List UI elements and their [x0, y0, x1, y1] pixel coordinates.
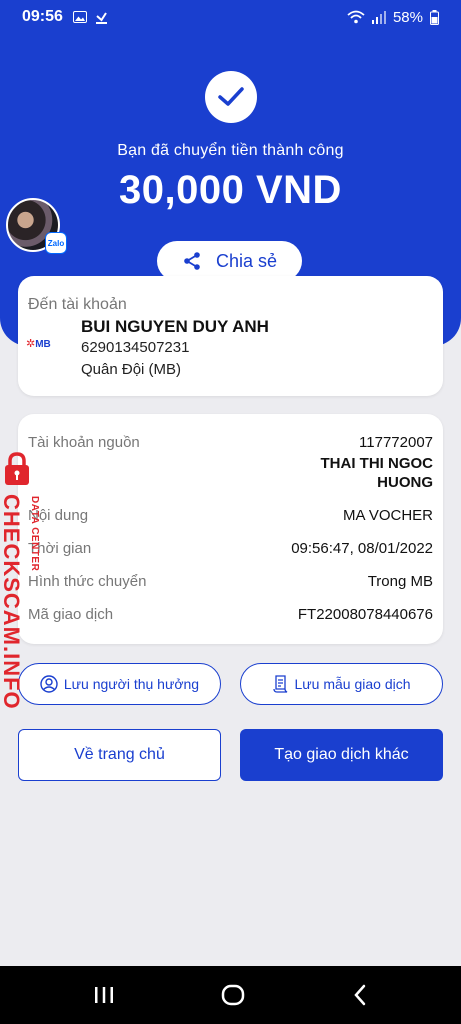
- system-nav-bar: [0, 966, 461, 1024]
- check-icon: [218, 87, 244, 106]
- content-value: MA VOCHER: [342, 507, 433, 524]
- time-label: Thời gian: [28, 540, 92, 557]
- image-icon: [72, 11, 87, 23]
- save-template-label: Lưu mẫu giao dịch: [294, 676, 411, 692]
- back-icon[interactable]: [352, 984, 368, 1006]
- transfer-amount: 30,000 VND: [119, 168, 342, 212]
- mb-bank-logo: ✲MB: [26, 338, 51, 350]
- destination-card: Đến tài khoản ✲MB BUI NGUYEN DUY ANH 629…: [18, 276, 443, 396]
- share-label: Chia sẻ: [215, 250, 278, 271]
- share-button[interactable]: Chia sẻ: [157, 241, 302, 281]
- signal-icon: [371, 11, 386, 24]
- transaction-id-label: Mã giao dịch: [28, 606, 114, 623]
- save-beneficiary-button[interactable]: Lưu người thụ hưởng: [18, 663, 221, 705]
- user-circle-icon: [40, 675, 58, 693]
- status-bar: 09:56 58%: [0, 0, 461, 34]
- download-icon: [95, 11, 107, 24]
- zalo-badge: Zalo: [45, 232, 67, 254]
- battery-percent: 58%: [392, 8, 423, 26]
- success-message: Bạn đã chuyển tiền thành công: [117, 142, 344, 159]
- source-account-number: 117772007: [359, 434, 433, 451]
- home-icon[interactable]: [221, 983, 245, 1007]
- method-label: Hình thức chuyển: [28, 573, 147, 590]
- content-label: Nội dung: [28, 507, 89, 524]
- save-template-button[interactable]: Lưu mẫu giao dịch: [240, 663, 443, 705]
- recents-icon[interactable]: [93, 985, 115, 1005]
- success-badge: [205, 71, 257, 123]
- document-icon: [272, 675, 287, 693]
- method-value: Trong MB: [367, 573, 433, 590]
- status-time: 09:56: [22, 8, 63, 25]
- beneficiary-account: 6290134507231: [81, 339, 190, 356]
- source-account-name-line1: THAI THI NGOC: [320, 455, 434, 472]
- home-button[interactable]: Về trang chủ: [18, 729, 221, 781]
- wifi-icon: [347, 10, 365, 24]
- new-transaction-button[interactable]: Tạo giao dịch khác: [240, 729, 443, 781]
- save-beneficiary-label: Lưu người thụ hưởng: [63, 676, 200, 692]
- transaction-details-card: Tài khoản nguồn 117772007 THAI THI NGOC …: [18, 414, 443, 644]
- transaction-id-value: FT22008078440676: [297, 606, 433, 623]
- source-account-name-line2: HUONG: [377, 474, 433, 491]
- beneficiary-name: BUI NGUYEN DUY ANH: [81, 317, 269, 336]
- beneficiary-bank: Quân Đội (MB): [81, 361, 182, 378]
- source-account-label: Tài khoản nguồn: [28, 434, 140, 451]
- battery-icon: [430, 9, 439, 25]
- time-value: 09:56:47, 08/01/2022: [291, 540, 433, 557]
- destination-label: Đến tài khoản: [28, 296, 127, 313]
- share-icon: [184, 252, 200, 270]
